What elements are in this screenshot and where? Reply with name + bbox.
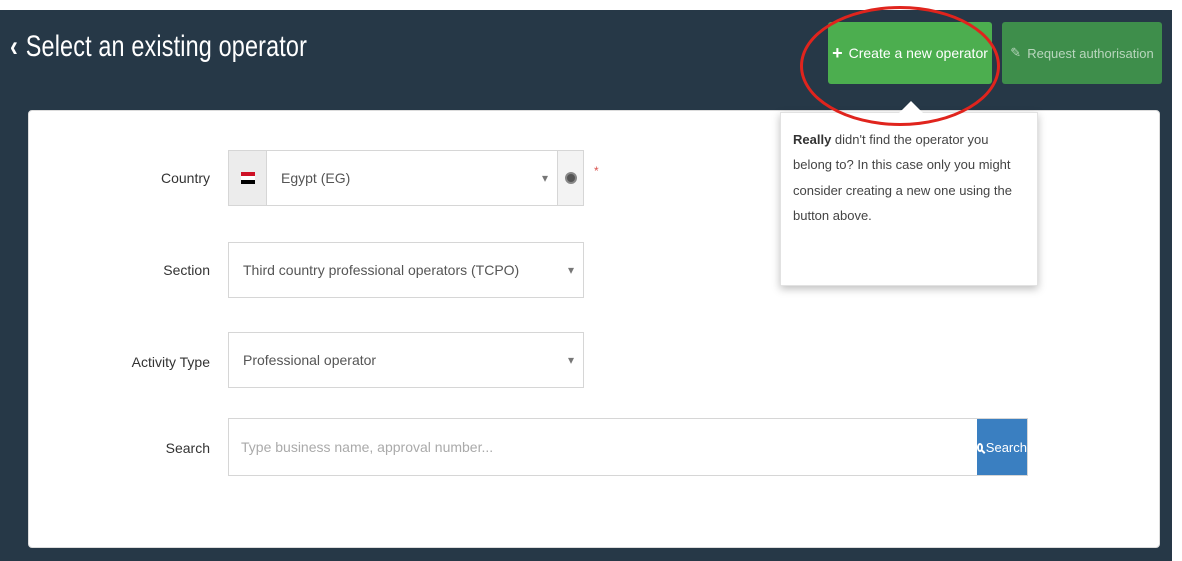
required-marker: * bbox=[594, 164, 599, 178]
chevron-down-icon: ▾ bbox=[567, 353, 575, 367]
egypt-flag-icon bbox=[240, 172, 255, 184]
search-button-label: Search bbox=[985, 439, 1027, 455]
tooltip-bold-text: Really bbox=[793, 132, 832, 147]
tooltip-arrow bbox=[899, 101, 923, 113]
search-input[interactable] bbox=[229, 419, 977, 475]
country-label: Country bbox=[160, 170, 210, 186]
search-label: Search bbox=[165, 440, 210, 456]
chevron-down-icon: ▾ bbox=[541, 171, 549, 185]
search-icon bbox=[977, 442, 983, 452]
chevron-left-icon[interactable]: ‹ bbox=[10, 32, 18, 62]
country-value: Egypt (EG) bbox=[281, 170, 351, 186]
request-authorisation-button[interactable]: ✎ Request authorisation bbox=[1002, 22, 1162, 84]
page-title-text: Select an existing operator bbox=[25, 30, 308, 63]
section-label: Section bbox=[163, 262, 210, 278]
country-select[interactable]: Egypt (EG) ▾ bbox=[228, 150, 584, 206]
search-field: Search bbox=[228, 418, 1028, 476]
chevron-down-icon: ▾ bbox=[567, 263, 575, 277]
edit-icon: ✎ bbox=[1010, 45, 1022, 60]
globe-icon bbox=[564, 172, 577, 184]
globe-addon[interactable] bbox=[557, 151, 583, 205]
page-title: ‹ Select an existing operator bbox=[10, 22, 307, 72]
search-button[interactable]: Search bbox=[977, 419, 1027, 475]
flag-addon bbox=[229, 151, 267, 205]
section-select[interactable]: Third country professional operators (TC… bbox=[228, 242, 584, 298]
request-authorisation-label: Request authorisation bbox=[1027, 45, 1154, 61]
activity-type-value: Professional operator bbox=[243, 352, 377, 368]
activity-type-label: Activity Type bbox=[131, 354, 210, 370]
plus-icon: + bbox=[832, 43, 843, 63]
create-operator-label: Create a new operator bbox=[848, 45, 988, 61]
create-operator-button[interactable]: + Create a new operator bbox=[828, 22, 992, 84]
help-tooltip: Really didn't find the operator you belo… bbox=[780, 101, 1038, 286]
section-value: Third country professional operators (TC… bbox=[243, 262, 520, 278]
activity-type-select[interactable]: Professional operator ▾ bbox=[228, 332, 584, 388]
